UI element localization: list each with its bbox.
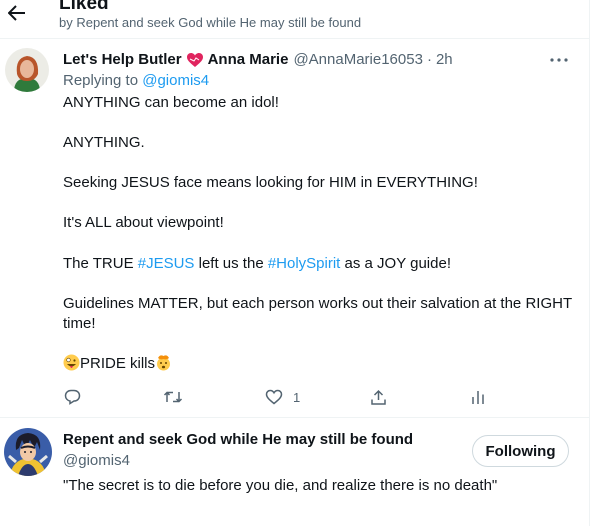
text-segment: PRIDE kills (80, 355, 156, 372)
reply-mention-link[interactable]: @giomis4 (142, 72, 209, 89)
avatar[interactable] (5, 48, 49, 92)
replying-label: Replying to (63, 72, 139, 89)
page-header: Liked by Repent and seek God while He ma… (0, 0, 589, 38)
tweet-text-line: The TRUE #JESUS left us the #HolySpirit … (63, 254, 451, 274)
tweet-text-line: ANYTHING. (63, 134, 145, 151)
reply-icon (64, 389, 81, 405)
heart-emoji-icon (186, 52, 204, 68)
hashtag-link[interactable]: #JESUS (138, 255, 195, 272)
following-button[interactable]: Following (472, 435, 569, 467)
more-options-icon[interactable] (548, 50, 570, 70)
heart-icon (265, 389, 283, 405)
divider (0, 417, 589, 418)
retweet-icon (163, 391, 183, 403)
column-border (589, 0, 590, 526)
separator: · (426, 51, 432, 68)
suggested-user-bio: "The secret is to die before you die, an… (63, 477, 498, 494)
divider (0, 38, 589, 39)
like-count: 1 (293, 389, 301, 405)
hashtag-link[interactable]: #HolySpirit (268, 255, 341, 272)
display-name-suffix[interactable]: Anna Marie (208, 50, 289, 70)
suggested-user-name[interactable]: Repent and seek God while He may still b… (63, 431, 413, 448)
share-button[interactable] (370, 386, 387, 408)
reply-button[interactable] (64, 386, 81, 408)
zany-face-emoji-icon (63, 354, 80, 371)
suggested-user-handle[interactable]: @giomis4 (63, 452, 130, 469)
timestamp[interactable]: 2h (436, 50, 453, 70)
tweet-text-line: ANYTHING can become an idol! (63, 94, 279, 111)
analytics-icon (472, 391, 484, 404)
analytics-button[interactable] (471, 386, 485, 408)
share-icon (371, 389, 386, 405)
tweet-text-line: Seeking JESUS face means looking for HIM… (63, 174, 478, 191)
tweet-text-line: It's ALL about viewpoint! (63, 214, 224, 231)
tweet-text-line: PRIDE kills (63, 354, 172, 374)
display-name[interactable]: Let's Help Butler (63, 50, 182, 70)
retweet-button[interactable] (163, 386, 183, 408)
back-arrow-icon[interactable] (6, 2, 28, 24)
text-segment: as a JOY guide! (340, 255, 451, 272)
user-handle[interactable]: @AnnaMarie16053 (293, 50, 422, 70)
page-subtitle: by Repent and seek God while He may stil… (59, 15, 362, 30)
tweet-text-line: Guidelines MATTER, but each person works… (63, 295, 573, 312)
text-segment: left us the (194, 255, 268, 272)
tweet-header: Let's Help Butler Anna Marie @AnnaMarie1… (63, 50, 453, 70)
text-segment: The TRUE (63, 255, 138, 272)
avatar[interactable] (4, 428, 52, 476)
page-title: Liked (59, 0, 109, 14)
exploding-head-emoji-icon (155, 354, 172, 371)
tweet-text-line: time! (63, 315, 96, 332)
like-button[interactable]: 1 (265, 386, 300, 408)
replying-to: Replying to @giomis4 (63, 72, 209, 89)
